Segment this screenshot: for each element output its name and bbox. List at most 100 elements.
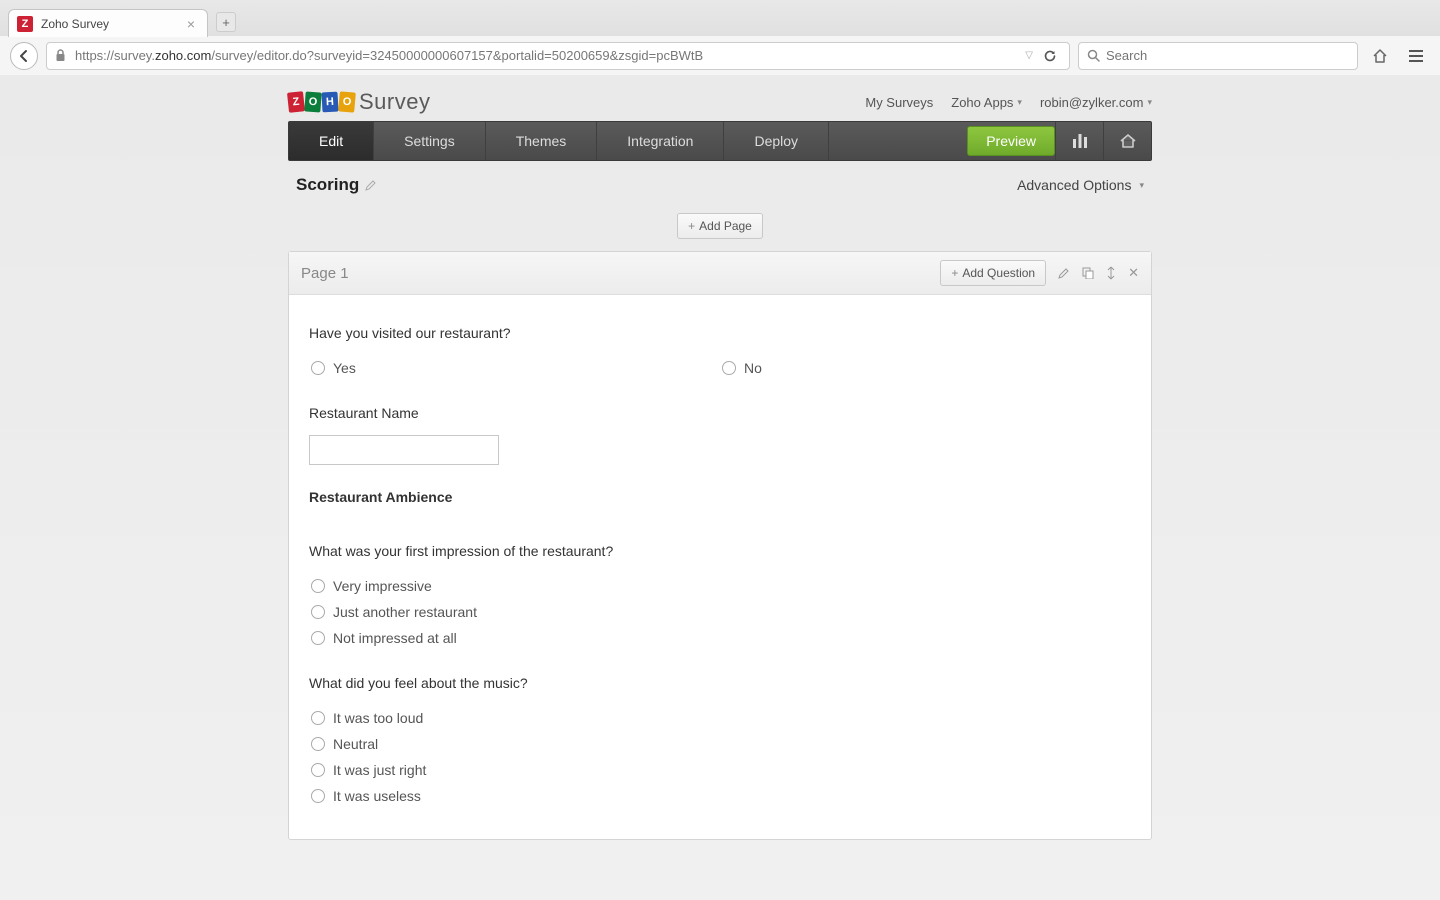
link-zoho-apps[interactable]: Zoho Apps▾ (951, 95, 1022, 110)
chevron-down-icon: ▾ (1017, 97, 1022, 108)
new-tab-button[interactable]: + (216, 12, 236, 32)
page-card-header: Page 1 + Add Question ✕ (289, 252, 1151, 295)
radio-option[interactable]: Neutral (309, 731, 1131, 757)
logo-word: Survey (359, 89, 430, 115)
question-block: Restaurant Ambience (309, 471, 1131, 525)
browser-toolbar: https://survey.zoho.com/survey/editor.do… (0, 36, 1440, 75)
radio-icon (311, 361, 325, 375)
url-text: https://survey.zoho.com/survey/editor.do… (75, 48, 1019, 63)
home-nav-icon[interactable] (1103, 122, 1151, 160)
radio-icon (311, 737, 325, 751)
delete-icon[interactable]: ✕ (1128, 265, 1139, 281)
option-label: It was useless (333, 788, 421, 804)
radio-icon (311, 763, 325, 777)
question-block: Restaurant Name (309, 387, 1131, 471)
plus-icon: + (688, 219, 695, 233)
subheader: Scoring Advanced Options ▾ (288, 161, 1152, 201)
url-bar[interactable]: https://survey.zoho.com/survey/editor.do… (46, 42, 1070, 70)
browser-chrome: Z Zoho Survey × + https://survey.zoho.co… (0, 0, 1440, 75)
copy-icon[interactable] (1082, 267, 1094, 279)
radio-option[interactable]: Yes (309, 355, 720, 381)
radio-icon (311, 605, 325, 619)
tab-title: Zoho Survey (41, 17, 179, 31)
browser-tab[interactable]: Z Zoho Survey × (8, 9, 208, 37)
add-question-button[interactable]: + Add Question (940, 260, 1046, 286)
chevron-down-icon: ▾ (1139, 180, 1144, 191)
app-header: ZOHO Survey My Surveys Zoho Apps▾ robin@… (288, 75, 1152, 121)
preview-button[interactable]: Preview (967, 126, 1055, 156)
option-label: Very impressive (333, 578, 432, 594)
advanced-options-menu[interactable]: Advanced Options ▾ (1017, 177, 1144, 193)
option-label: No (744, 360, 762, 376)
close-icon[interactable]: × (187, 16, 195, 32)
browser-search[interactable] (1078, 42, 1358, 70)
zoho-favicon: Z (17, 16, 33, 32)
page-card-tools: + Add Question ✕ (940, 260, 1139, 286)
hamburger-icon[interactable] (1402, 42, 1430, 70)
reports-icon[interactable] (1055, 122, 1103, 160)
option-label: Not impressed at all (333, 630, 457, 646)
add-page-bar: + Add Page (288, 201, 1152, 251)
zoho-logo-icon: ZOHO (288, 92, 355, 112)
link-my-surveys[interactable]: My Surveys (865, 95, 933, 110)
question-text: What was your first impression of the re… (309, 543, 1131, 559)
option-label: It was just right (333, 762, 426, 778)
nav-integration[interactable]: Integration (597, 122, 724, 160)
question-text: Restaurant Name (309, 405, 1131, 421)
option-label: Just another restaurant (333, 604, 477, 620)
radio-option[interactable]: It was useless (309, 783, 1131, 809)
question-block: Have you visited our restaurant? Yes No (309, 307, 1131, 387)
section-heading: Restaurant Ambience (309, 489, 1131, 505)
url-prefix: https://survey. (75, 48, 155, 63)
question-text: What did you feel about the music? (309, 675, 1131, 691)
nav-deploy[interactable]: Deploy (724, 122, 829, 160)
radio-option[interactable]: Very impressive (309, 573, 1131, 599)
page-viewport: ZOHO Survey My Surveys Zoho Apps▾ robin@… (0, 75, 1440, 900)
radio-icon (311, 631, 325, 645)
question-text: Have you visited our restaurant? (309, 325, 1131, 341)
nav-settings[interactable]: Settings (374, 122, 486, 160)
user-menu[interactable]: robin@zylker.com▾ (1040, 95, 1152, 110)
option-label: It was too loud (333, 710, 423, 726)
questions-list: Have you visited our restaurant? Yes No Res… (289, 295, 1151, 839)
home-icon[interactable] (1366, 42, 1394, 70)
url-host: zoho.com (155, 48, 211, 63)
option-label: Yes (333, 360, 356, 376)
zoho-survey-logo[interactable]: ZOHO Survey (288, 89, 430, 115)
radio-option[interactable]: No (720, 355, 1131, 381)
question-block: What did you feel about the music? It was… (309, 657, 1131, 815)
radio-option[interactable]: It was just right (309, 757, 1131, 783)
radio-option[interactable]: It was too loud (309, 705, 1131, 731)
survey-page-card: Page 1 + Add Question ✕ Have you visited… (288, 251, 1152, 840)
add-page-button[interactable]: + Add Page (677, 213, 763, 239)
pencil-icon[interactable] (1058, 267, 1070, 279)
radio-icon (311, 789, 325, 803)
text-input[interactable] (309, 435, 499, 465)
nav-themes[interactable]: Themes (486, 122, 598, 160)
radio-option[interactable]: Not impressed at all (309, 625, 1131, 651)
browser-search-input[interactable] (1106, 48, 1349, 63)
radio-option[interactable]: Just another restaurant (309, 599, 1131, 625)
move-icon[interactable] (1106, 266, 1116, 280)
url-path: /survey/editor.do?surveyid=3245000000060… (211, 48, 703, 63)
search-icon (1087, 49, 1100, 62)
option-label: Neutral (333, 736, 378, 752)
dropdown-icon[interactable]: ▽ (1025, 50, 1033, 61)
reload-icon[interactable] (1039, 49, 1061, 63)
page-card-title: Page 1 (301, 265, 349, 282)
main-nav: Edit Settings Themes Integration Deploy … (288, 121, 1152, 161)
lock-icon (55, 49, 69, 62)
radio-icon (311, 711, 325, 725)
radio-icon (311, 579, 325, 593)
radio-icon (722, 361, 736, 375)
tab-strip: Z Zoho Survey × + (0, 0, 1440, 36)
pencil-icon[interactable] (365, 179, 377, 191)
plus-icon: + (951, 266, 958, 280)
header-links: My Surveys Zoho Apps▾ robin@zylker.com▾ (865, 95, 1152, 110)
chevron-down-icon: ▾ (1147, 97, 1152, 108)
back-button[interactable] (10, 42, 38, 70)
question-block: What was your first impression of the re… (309, 525, 1131, 657)
arrow-left-icon (17, 49, 31, 63)
nav-edit[interactable]: Edit (289, 122, 374, 160)
options-row: Yes No (309, 355, 1131, 381)
